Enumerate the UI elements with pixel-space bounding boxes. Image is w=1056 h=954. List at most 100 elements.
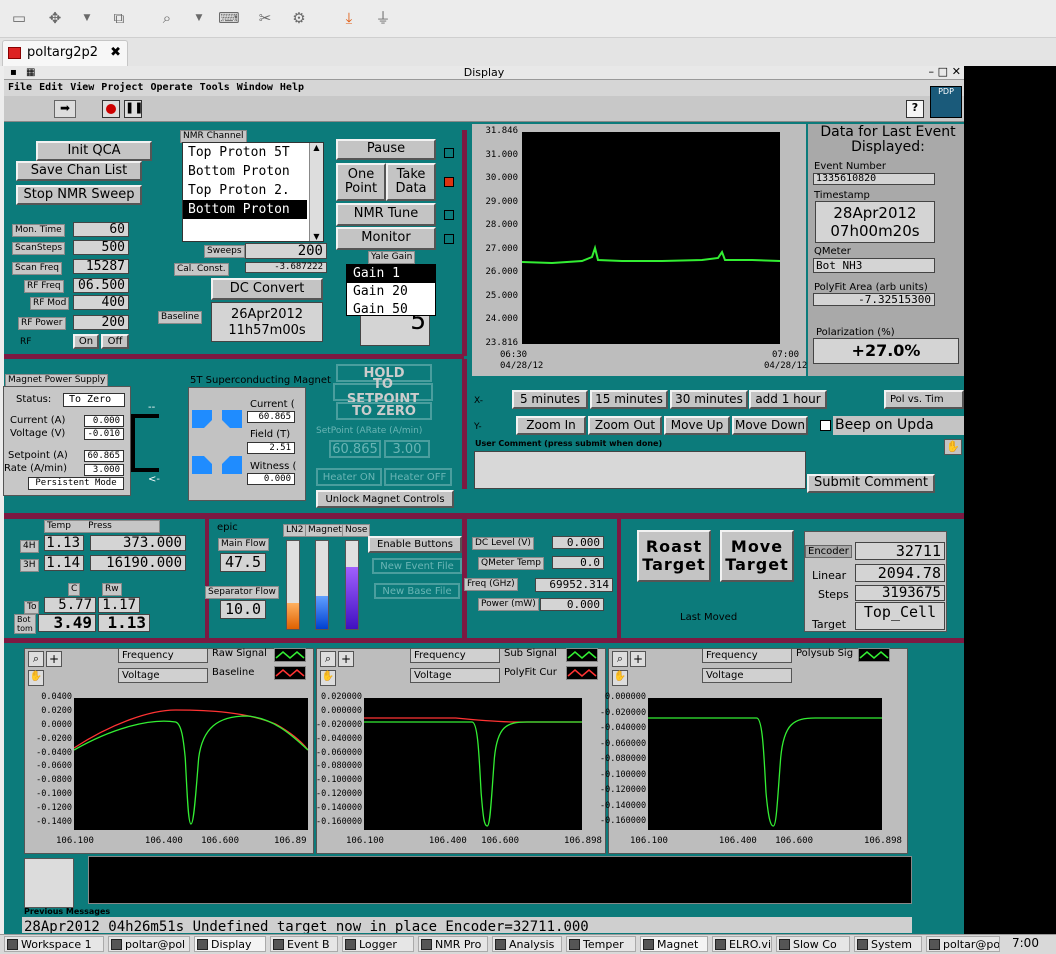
- param-value[interactable]: 60: [73, 222, 129, 237]
- taskbar-item[interactable]: Event B: [270, 936, 338, 952]
- unlock-magnet-button[interactable]: Unlock Magnet Controls: [316, 490, 454, 508]
- rf-off-button[interactable]: Off: [101, 334, 129, 349]
- param-value[interactable]: 200: [73, 315, 129, 330]
- taskbar-item[interactable]: System: [854, 936, 922, 952]
- pause-icon[interactable]: ❚❚: [124, 100, 143, 118]
- move-down-button[interactable]: Move Down: [732, 416, 808, 435]
- move-target-button[interactable]: Move Target: [720, 530, 794, 582]
- dc-convert-button[interactable]: DC Convert: [211, 278, 323, 300]
- enable-buttons-button[interactable]: Enable Buttons: [368, 536, 462, 553]
- zoom-icon[interactable]: ⌕: [612, 651, 628, 667]
- plug-icon[interactable]: ⏚: [372, 8, 394, 28]
- windows-icon[interactable]: ⧉: [108, 8, 130, 28]
- to-zero-button[interactable]: TO ZERO: [336, 402, 432, 420]
- run-arrow-icon[interactable]: ➡: [54, 100, 76, 118]
- new-base-file-button[interactable]: New Base File: [374, 583, 460, 599]
- cursor-icon[interactable]: +: [46, 651, 62, 667]
- scrollbar[interactable]: ▲ ▼: [309, 143, 323, 241]
- cursor-icon[interactable]: +: [630, 651, 646, 667]
- param-value[interactable]: 400: [73, 295, 129, 310]
- one-point-button[interactable]: One Point: [336, 163, 386, 201]
- pan-icon[interactable]: ✋: [612, 670, 628, 686]
- zoom-icon[interactable]: ⌕: [28, 651, 44, 667]
- zoom-out-button[interactable]: Zoom Out: [588, 416, 662, 435]
- rf-on-button[interactable]: On: [73, 334, 99, 349]
- gear-icon[interactable]: ⚙: [288, 8, 310, 28]
- take-data-button[interactable]: Take Data: [386, 163, 436, 201]
- taskbar-item[interactable]: poltar@po: [926, 936, 1000, 952]
- list-item[interactable]: Top Proton 2.: [183, 181, 307, 200]
- param-value[interactable]: 06.500: [73, 278, 129, 293]
- roast-target-button[interactable]: Roast Target: [637, 530, 711, 582]
- taskbar-item[interactable]: Temper: [566, 936, 636, 952]
- init-qca-button[interactable]: Init QCA: [36, 141, 152, 161]
- submit-comment-button[interactable]: Submit Comment: [807, 474, 935, 493]
- to-setpoint-button[interactable]: TO SETPOINT: [333, 377, 433, 407]
- tools-icon[interactable]: ✂: [254, 8, 276, 28]
- x-30min-button[interactable]: 30 minutes: [670, 390, 748, 409]
- heater-on-button[interactable]: Heater ON: [316, 468, 382, 486]
- monitor-button[interactable]: Monitor: [336, 227, 436, 250]
- rate-input[interactable]: 3.00: [384, 440, 430, 458]
- cursor-icon[interactable]: +: [338, 651, 354, 667]
- menu-bar[interactable]: File Edit View Project Operate Tools Win…: [4, 80, 964, 96]
- gain-option[interactable]: Gain 50: [347, 301, 435, 315]
- move-icon[interactable]: ✥: [44, 8, 66, 28]
- close-icon[interactable]: ✕: [952, 65, 961, 78]
- new-event-file-button[interactable]: New Event File: [372, 558, 462, 574]
- taskbar-item[interactable]: Logger: [342, 936, 414, 952]
- taskbar-item[interactable]: Magnet: [640, 936, 708, 952]
- pan-icon[interactable]: ✋: [320, 670, 336, 686]
- window-menu-icon[interactable]: ▪: [10, 66, 17, 79]
- cal-const-value[interactable]: -3.687222: [245, 262, 327, 273]
- taskbar-item[interactable]: ELRO.vi: [712, 936, 772, 952]
- minimize-icon[interactable]: –: [929, 65, 935, 78]
- move-up-button[interactable]: Move Up: [664, 416, 730, 435]
- setpoint-input[interactable]: 60.865: [329, 440, 381, 458]
- download-icon[interactable]: ⤓: [338, 8, 360, 28]
- list-item-selected[interactable]: Bottom Proton: [183, 200, 307, 219]
- list-item[interactable]: Bottom Proton: [183, 162, 307, 181]
- taskbar-item[interactable]: NMR Pro: [418, 936, 488, 952]
- gain-dropdown[interactable]: Gain 1 Gain 20 Gain 50: [346, 264, 436, 316]
- zoom-icon[interactable]: ⌕: [156, 8, 178, 28]
- pol-vs-time-selector[interactable]: Pol vs. Tim: [884, 390, 964, 409]
- taskbar-item[interactable]: Display: [194, 936, 266, 952]
- keyboard-icon[interactable]: ⌨: [218, 8, 240, 28]
- pan-icon[interactable]: ✋: [28, 670, 44, 686]
- abort-button[interactable]: [102, 100, 120, 118]
- maximize-icon[interactable]: □: [938, 65, 948, 78]
- taskbar-item[interactable]: poltar@pol: [108, 936, 190, 952]
- heater-off-button[interactable]: Heater OFF: [384, 468, 452, 486]
- user-comment-input[interactable]: [474, 451, 806, 489]
- gain-option[interactable]: Gain 20: [347, 283, 435, 301]
- scroll-down-icon[interactable]: ▼: [310, 232, 323, 241]
- rate-value[interactable]: 3.000: [84, 464, 124, 476]
- zoom-in-button[interactable]: Zoom In: [516, 416, 586, 435]
- gain-option[interactable]: Gain 1: [347, 265, 435, 283]
- scroll-up-icon[interactable]: ▲: [310, 143, 323, 152]
- stop-nmr-sweep-button[interactable]: Stop NMR Sweep: [16, 185, 142, 205]
- beep-checkbox[interactable]: [820, 420, 831, 431]
- taskbar-item[interactable]: Workspace 1: [4, 936, 104, 952]
- nmr-tune-button[interactable]: NMR Tune: [336, 203, 436, 226]
- nmr-channel-list[interactable]: Top Proton 5T Bottom Proton Top Proton 2…: [182, 142, 324, 242]
- taskbar-item[interactable]: Slow Co: [776, 936, 850, 952]
- chevron-down-icon[interactable]: ▼: [76, 8, 98, 28]
- list-item[interactable]: Top Proton 5T: [183, 143, 307, 162]
- save-chan-list-button[interactable]: Save Chan List: [16, 161, 142, 181]
- chevron-down-icon[interactable]: ▼: [188, 8, 210, 28]
- close-icon[interactable]: ✖: [110, 41, 121, 65]
- param-value[interactable]: 500: [73, 240, 129, 255]
- window-icon[interactable]: ▭: [8, 8, 30, 28]
- x-5min-button[interactable]: 5 minutes: [512, 390, 588, 409]
- help-icon[interactable]: ?: [906, 100, 924, 118]
- x-add-hour-button[interactable]: add 1 hour: [749, 390, 827, 409]
- session-tab[interactable]: poltarg2p2 ✖: [2, 40, 128, 66]
- taskbar-item[interactable]: Analysis: [492, 936, 562, 952]
- setpoint-value[interactable]: 60.865: [84, 450, 124, 462]
- pause-button[interactable]: Pause: [336, 139, 436, 160]
- param-value[interactable]: 15287: [73, 259, 129, 274]
- hand-icon[interactable]: ✋: [944, 439, 962, 455]
- sweeps-value[interactable]: 200: [245, 243, 327, 259]
